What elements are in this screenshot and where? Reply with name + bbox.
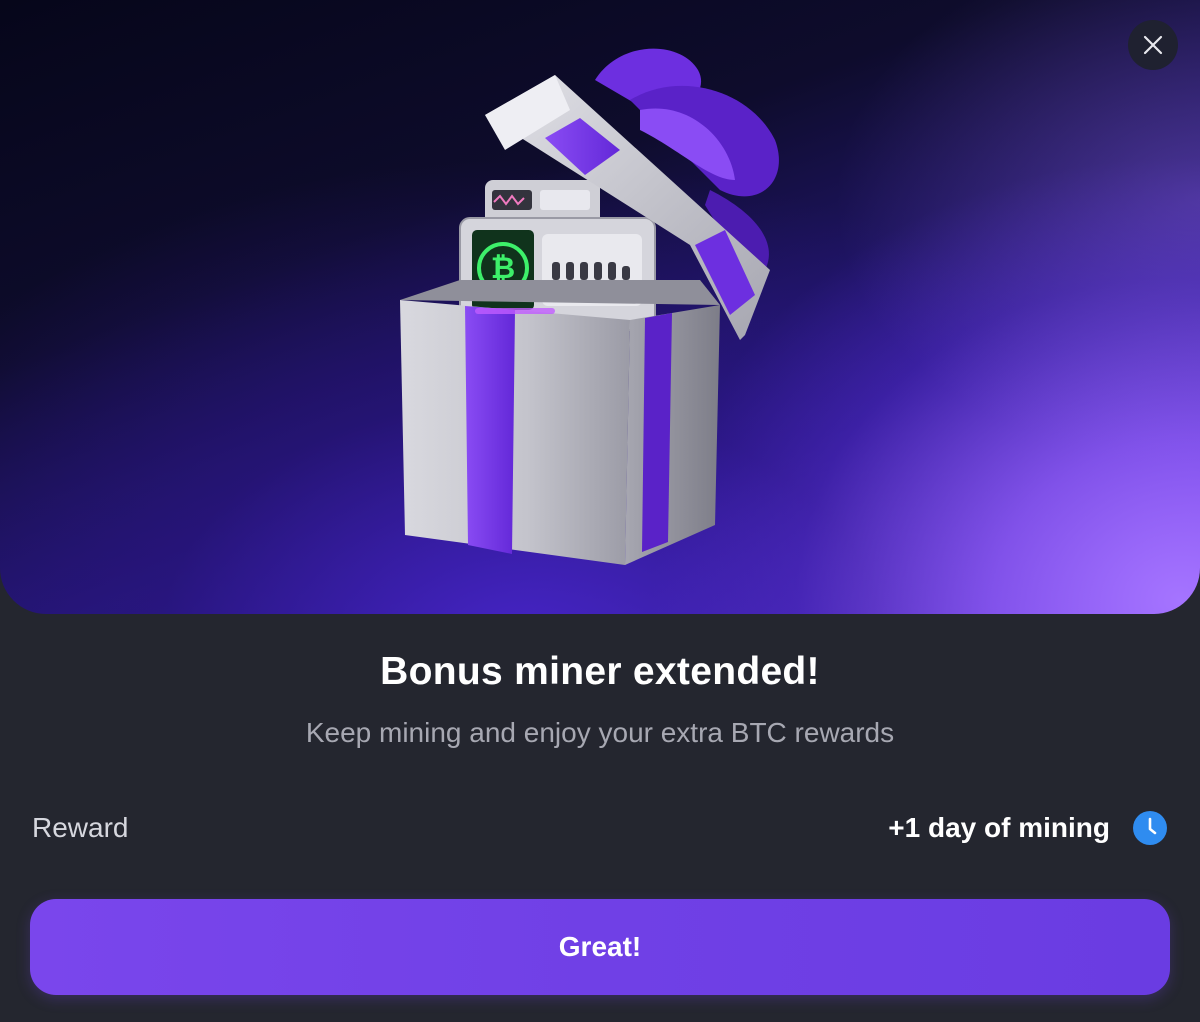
modal-subtitle: Keep mining and enjoy your extra BTC rew… — [305, 717, 895, 748]
gift-box-illustration: ₿ — [400, 48, 779, 565]
clock-icon — [1133, 811, 1167, 845]
bonus-modal: ₿ Bonus miner extended! Keep mining and … — [0, 0, 1200, 1022]
great-button[interactable]: Great! — [30, 899, 1170, 995]
modal-title: Bonus miner extended! — [380, 650, 820, 693]
close-button[interactable] — [1128, 20, 1178, 70]
reward-row: Reward +1 day of mining — [32, 808, 1168, 852]
reward-value: +1 day of mining — [888, 812, 1110, 843]
reward-label: Reward — [32, 812, 129, 843]
hero-banner: ₿ — [0, 0, 1200, 614]
close-icon — [1143, 35, 1163, 55]
